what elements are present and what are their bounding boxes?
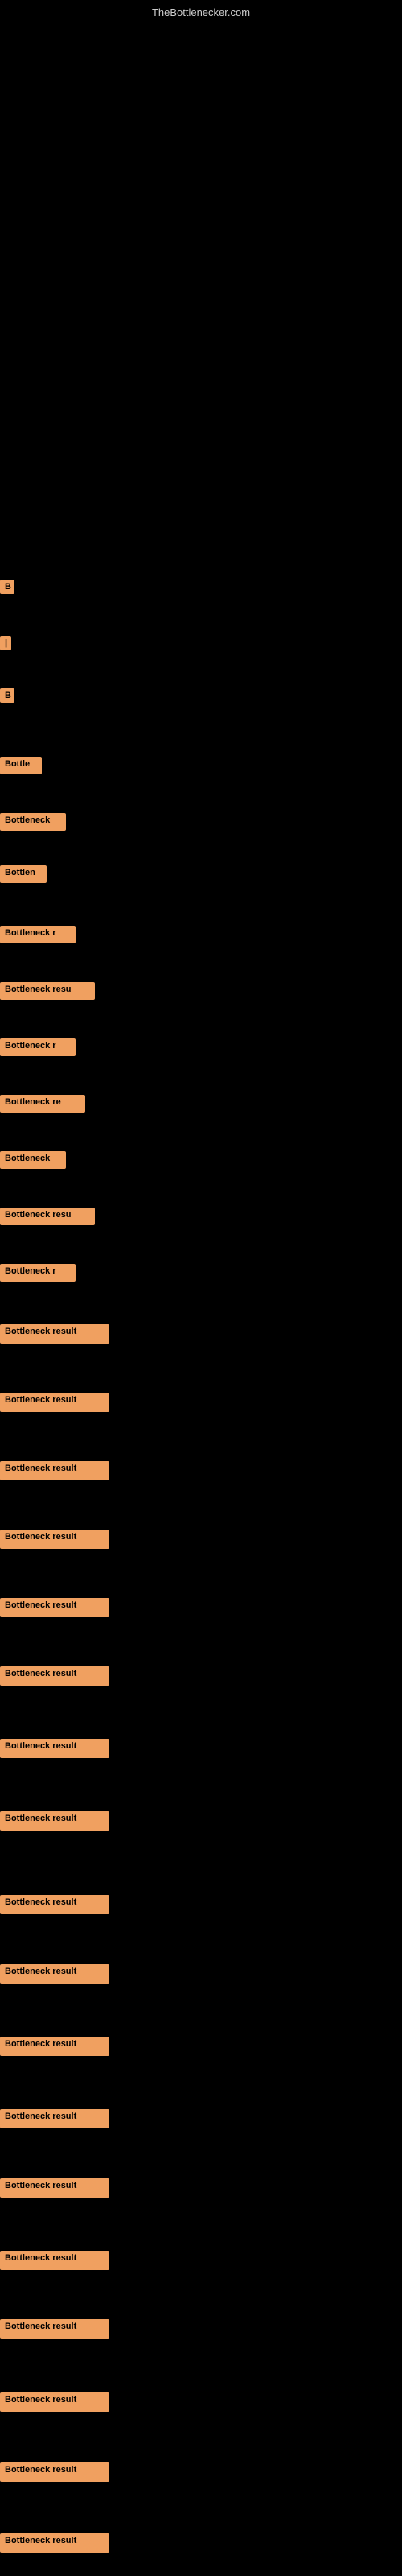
- bottleneck-result-item[interactable]: Bottlen: [0, 865, 47, 883]
- bottleneck-result-item[interactable]: Bottleneck result: [0, 2037, 109, 2056]
- bottleneck-result-item[interactable]: Bottleneck result: [0, 2392, 109, 2412]
- bottleneck-result-item[interactable]: Bottleneck result: [0, 1666, 109, 1686]
- bottleneck-result-item[interactable]: B: [0, 688, 14, 703]
- bottleneck-result-item[interactable]: |: [0, 636, 11, 650]
- bottleneck-result-item[interactable]: Bottleneck result: [0, 1964, 109, 1984]
- site-title: TheBottlenecker.com: [152, 6, 250, 19]
- bottleneck-result-item[interactable]: Bottleneck result: [0, 2319, 109, 2339]
- bottleneck-result-item[interactable]: Bottleneck result: [0, 1739, 109, 1758]
- bottleneck-result-item[interactable]: Bottle: [0, 757, 42, 774]
- bottleneck-result-item[interactable]: Bottleneck result: [0, 1324, 109, 1344]
- bottleneck-result-item[interactable]: Bottleneck resu: [0, 982, 95, 1000]
- bottleneck-result-item[interactable]: Bottleneck result: [0, 1461, 109, 1480]
- bottleneck-result-item[interactable]: Bottleneck result: [0, 2251, 109, 2270]
- bottleneck-result-item[interactable]: Bottleneck resu: [0, 1208, 95, 1225]
- bottleneck-result-item[interactable]: Bottleneck result: [0, 2109, 109, 2128]
- bottleneck-result-item[interactable]: Bottleneck result: [0, 1895, 109, 1914]
- bottleneck-result-item[interactable]: B: [0, 580, 14, 594]
- bottleneck-result-item[interactable]: Bottleneck r: [0, 1038, 76, 1056]
- bottleneck-result-item[interactable]: Bottleneck r: [0, 1264, 76, 1282]
- bottleneck-result-item[interactable]: Bottleneck: [0, 813, 66, 831]
- bottleneck-result-item[interactable]: Bottleneck result: [0, 1530, 109, 1549]
- bottleneck-result-item[interactable]: Bottleneck result: [0, 2462, 109, 2482]
- bottleneck-result-item[interactable]: Bottleneck result: [0, 2178, 109, 2198]
- bottleneck-result-item[interactable]: Bottleneck result: [0, 1598, 109, 1617]
- bottleneck-result-item[interactable]: Bottleneck result: [0, 1393, 109, 1412]
- bottleneck-result-item[interactable]: Bottleneck result: [0, 2533, 109, 2553]
- bottleneck-result-item[interactable]: Bottleneck re: [0, 1095, 85, 1113]
- bottleneck-result-item[interactable]: Bottleneck r: [0, 926, 76, 943]
- bottleneck-result-item[interactable]: Bottleneck result: [0, 1811, 109, 1831]
- bottleneck-result-item[interactable]: Bottleneck: [0, 1151, 66, 1169]
